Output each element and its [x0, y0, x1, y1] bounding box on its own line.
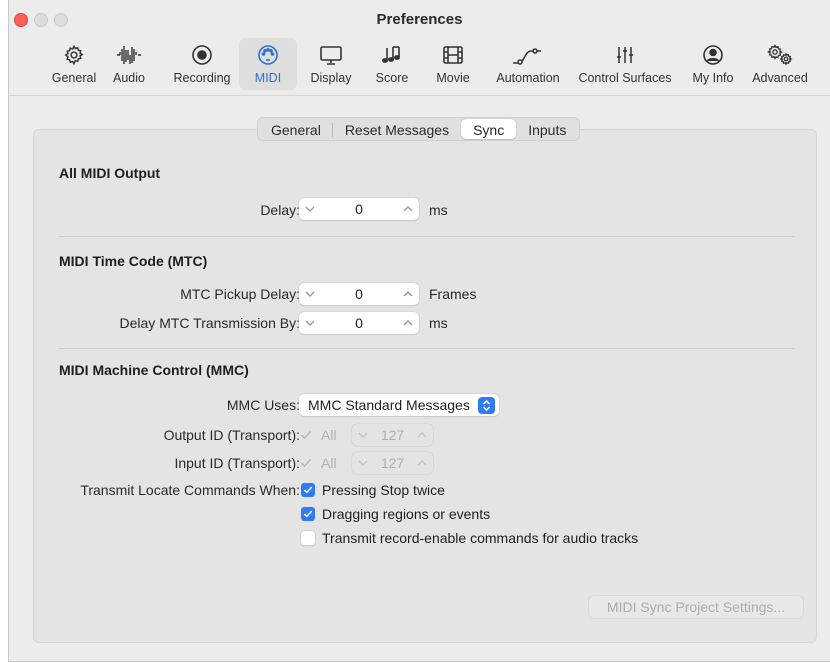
mtc-pickup-delay-label: MTC Pickup Delay:	[180, 286, 300, 302]
midi-sync-project-settings-button[interactable]: MIDI Sync Project Settings...	[589, 596, 803, 618]
sync-settings-panel	[33, 129, 817, 643]
pressing-stop-twice-label: Pressing Stop twice	[322, 482, 445, 498]
checkmark-icon	[300, 430, 312, 440]
tab-bar: General Reset Messages Sync Inputs	[257, 117, 581, 141]
mtc-transmission-delay-value: 0	[355, 315, 363, 331]
pressing-stop-twice-checkbox[interactable]	[301, 483, 315, 497]
checkmark-icon	[303, 510, 313, 518]
output-id-all-label: All	[321, 427, 337, 443]
midi-port-icon	[257, 40, 279, 70]
delay-unit: ms	[429, 202, 448, 218]
output-id-all-checkbox[interactable]	[299, 428, 313, 442]
automation-curve-icon	[511, 40, 545, 70]
output-id-label: Output ID (Transport):	[163, 427, 300, 443]
section-divider	[59, 348, 795, 349]
chevron-up-icon[interactable]	[417, 460, 427, 466]
toolbar-item-my-info[interactable]: My Info	[685, 38, 741, 90]
delay-value: 0	[355, 201, 363, 217]
toolbar-item-automation[interactable]: Automation	[487, 38, 569, 90]
dragging-regions-label: Dragging regions or events	[322, 506, 491, 522]
display-icon	[319, 40, 343, 70]
input-id-all-checkbox[interactable]	[299, 456, 313, 470]
tab-reset-messages[interactable]: Reset Messages	[333, 119, 461, 139]
chevron-down-icon[interactable]	[305, 206, 315, 212]
checkmark-icon	[300, 458, 312, 468]
input-id-value: 127	[380, 455, 405, 471]
input-id-label: Input ID (Transport):	[174, 455, 300, 471]
delay-label: Delay:	[260, 202, 300, 218]
toolbar-item-recording[interactable]: Recording	[167, 38, 237, 90]
sliders-icon	[614, 40, 636, 70]
music-notes-icon	[380, 40, 404, 70]
output-id-stepper[interactable]: 127	[352, 424, 433, 446]
toolbar-item-score[interactable]: Score	[369, 38, 415, 90]
mmc-uses-value: MMC Standard Messages	[308, 397, 470, 413]
mtc-pickup-delay-stepper[interactable]: 0	[299, 283, 419, 305]
toolbar-item-audio[interactable]: Audio	[107, 38, 151, 90]
window-title: Preferences	[376, 11, 463, 28]
title-bar: Preferences	[9, 0, 830, 34]
chevron-down-icon[interactable]	[305, 291, 315, 297]
toolbar-item-general[interactable]: General	[45, 38, 103, 90]
chevron-up-icon[interactable]	[417, 432, 427, 438]
chevron-up-icon[interactable]	[403, 206, 413, 212]
toolbar-separator	[9, 95, 830, 96]
mtc-title: MIDI Time Code (MTC)	[59, 253, 208, 269]
delay-stepper[interactable]: 0	[299, 198, 419, 220]
toolbar-item-control-surfaces[interactable]: Control Surfaces	[567, 38, 683, 90]
input-id-stepper[interactable]: 127	[352, 452, 433, 474]
transmit-record-enable-checkbox[interactable]	[301, 531, 315, 545]
chevron-up-icon[interactable]	[403, 291, 413, 297]
up-down-chevron-icon	[477, 396, 495, 414]
mtc-transmission-delay-unit: ms	[429, 315, 448, 331]
tab-general[interactable]: General	[259, 119, 333, 139]
toolbar-item-display[interactable]: Display	[305, 38, 357, 90]
section-divider	[59, 236, 795, 237]
toolbar-item-movie[interactable]: Movie	[427, 38, 479, 90]
gears-icon	[766, 40, 794, 70]
toolbar-item-midi[interactable]: MIDI	[239, 38, 297, 90]
mtc-transmission-delay-stepper[interactable]: 0	[299, 312, 419, 334]
transmit-record-enable-label: Transmit record-enable commands for audi…	[322, 530, 639, 546]
checkmark-icon	[303, 486, 313, 494]
mmc-uses-select[interactable]: MMC Standard Messages	[299, 394, 499, 416]
mmc-uses-label: MMC Uses:	[226, 397, 300, 413]
dragging-regions-checkbox[interactable]	[301, 507, 315, 521]
preferences-window: Preferences General Audio Recording MIDI	[8, 0, 830, 662]
chevron-down-icon[interactable]	[358, 432, 368, 438]
input-id-all-label: All	[321, 455, 337, 471]
all-midi-output-title: All MIDI Output	[59, 165, 161, 181]
waveform-icon	[116, 40, 142, 70]
chevron-down-icon[interactable]	[305, 320, 315, 326]
person-icon	[702, 40, 724, 70]
transmit-locate-label: Transmit Locate Commands When:	[80, 482, 300, 498]
tab-inputs[interactable]: Inputs	[516, 119, 578, 139]
mmc-title: MIDI Machine Control (MMC)	[59, 362, 249, 378]
preferences-toolbar: General Audio Recording MIDI Display Sco…	[9, 36, 830, 92]
toolbar-item-advanced[interactable]: Advanced	[747, 38, 813, 90]
chevron-down-icon[interactable]	[358, 460, 368, 466]
mtc-transmission-delay-label: Delay MTC Transmission By:	[119, 315, 300, 331]
record-icon	[191, 40, 213, 70]
mtc-pickup-delay-unit: Frames	[429, 286, 477, 302]
mtc-pickup-delay-value: 0	[355, 286, 363, 302]
tab-sync[interactable]: Sync	[461, 119, 517, 139]
chevron-up-icon[interactable]	[403, 320, 413, 326]
gear-icon	[63, 40, 85, 70]
output-id-value: 127	[380, 427, 405, 443]
film-icon	[442, 40, 464, 70]
